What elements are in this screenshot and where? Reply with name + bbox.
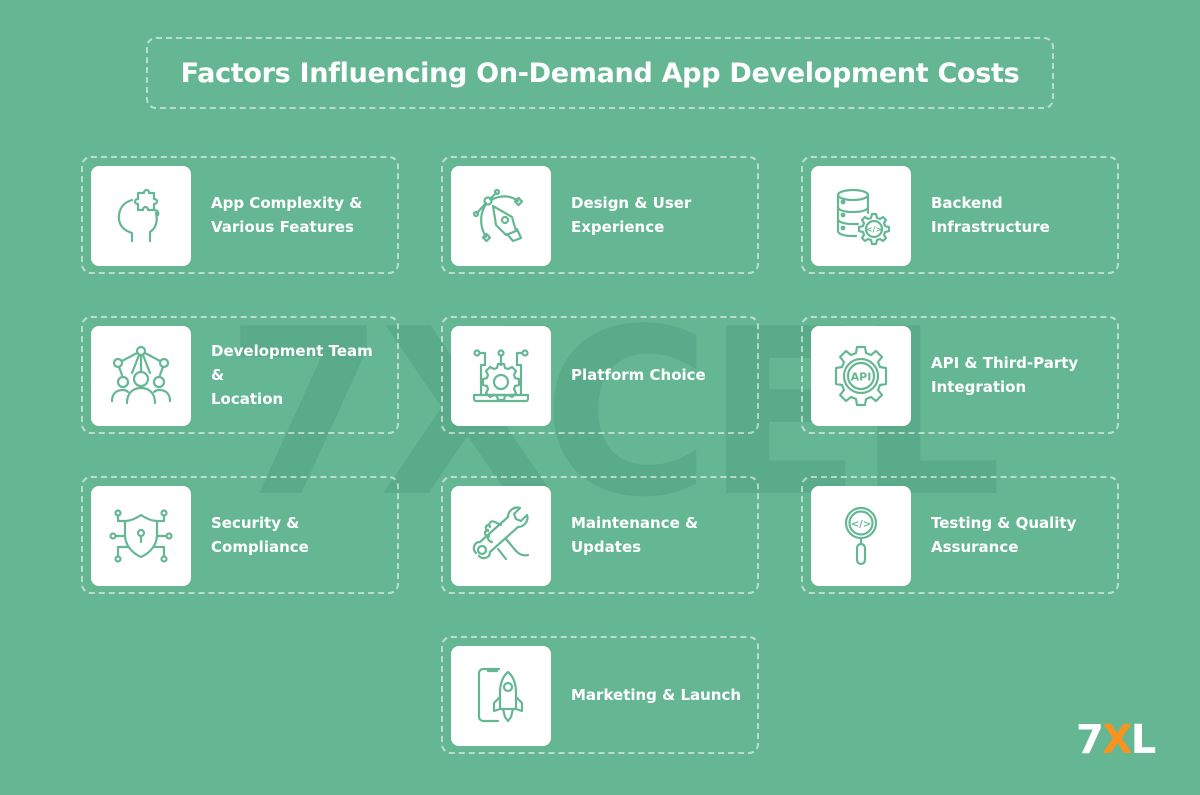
- factor-card-design-ux: Design & User Experience: [441, 156, 759, 274]
- icon-box: [91, 326, 191, 426]
- shield-circuit-icon: [109, 509, 173, 563]
- factor-label: Design & User Experience: [571, 194, 692, 236]
- factor-label: API & Third-Party Integration: [931, 354, 1079, 396]
- hand-wrench-icon: [472, 506, 530, 561]
- title-box: Factors Influencing On-Demand App Develo…: [146, 37, 1054, 109]
- icon-box: [451, 166, 551, 266]
- database-gear-icon: </>: [836, 188, 891, 246]
- logo-part-7: 7: [1076, 717, 1104, 763]
- factor-label: Backend Infrastructure: [931, 194, 1050, 236]
- factor-card-platform: Platform Choice: [441, 316, 759, 434]
- brand-logo: 7XL: [1076, 717, 1156, 763]
- icon-box: </>: [811, 166, 911, 266]
- phone-rocket-icon: [477, 667, 524, 723]
- factor-label: Security & Compliance: [211, 514, 309, 556]
- icon-box: [451, 326, 551, 426]
- factor-card-app-complexity: App Complexity & Various Features: [81, 156, 399, 274]
- icon-box: </>: [811, 486, 911, 586]
- api-gear-icon: API: [834, 345, 888, 407]
- laptop-gear-icon: [472, 349, 530, 403]
- factor-label: App Complexity & Various Features: [211, 194, 363, 236]
- head-puzzle-icon: [117, 188, 160, 243]
- svg-text:</>: </>: [851, 519, 871, 530]
- icon-box: [91, 166, 191, 266]
- icon-box: [91, 486, 191, 586]
- pen-tool-icon: [472, 188, 524, 243]
- code-magnifier-icon: </>: [844, 506, 878, 566]
- factor-card-testing: </> Testing & Quality Assurance: [801, 476, 1119, 594]
- icon-box: [451, 486, 551, 586]
- team-network-icon: [110, 345, 172, 405]
- factor-label: Marketing & Launch: [571, 686, 742, 704]
- factor-card-marketing: Marketing & Launch: [441, 636, 759, 754]
- svg-text:API: API: [851, 371, 872, 384]
- factor-label: Platform Choice: [571, 366, 706, 384]
- icon-box: [451, 646, 551, 746]
- factor-card-dev-team: Development Team & Location: [81, 316, 399, 434]
- factor-card-maintenance: Maintenance & Updates: [441, 476, 759, 594]
- svg-text:</>: </>: [866, 225, 882, 234]
- factor-card-backend: </> Backend Infrastructure: [801, 156, 1119, 274]
- icon-box: API: [811, 326, 911, 426]
- logo-part-x: X: [1101, 717, 1133, 763]
- factor-label: Development Team & Location: [211, 342, 373, 408]
- page-title: Factors Influencing On-Demand App Develo…: [180, 57, 1020, 89]
- factor-label: Testing & Quality Assurance: [931, 514, 1077, 556]
- logo-part-l: L: [1130, 717, 1156, 763]
- factor-label: Maintenance & Updates: [571, 514, 699, 556]
- factor-card-security: Security & Compliance: [81, 476, 399, 594]
- factor-card-api: API API & Third-Party Integration: [801, 316, 1119, 434]
